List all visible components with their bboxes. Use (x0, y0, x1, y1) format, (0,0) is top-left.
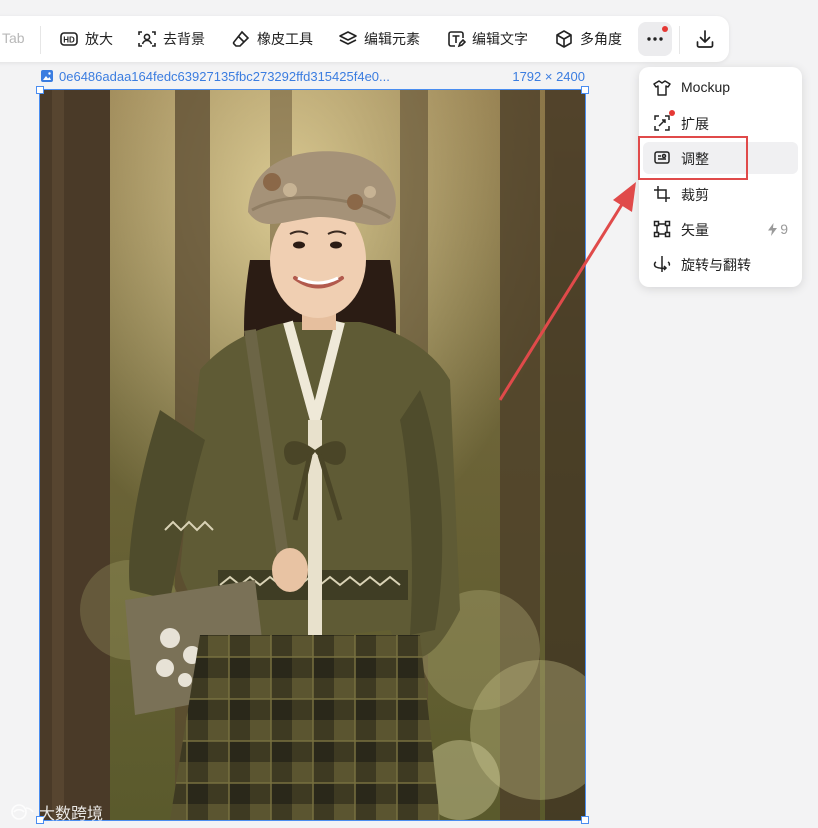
crop-icon (654, 186, 670, 202)
watermark-logo-icon (11, 804, 34, 820)
rotate-flip-icon (653, 256, 671, 272)
watermark-text: 大数跨境 (39, 806, 104, 823)
menu-label-expand: 扩展 (681, 116, 709, 132)
toolbar-divider (40, 26, 41, 54)
menu-item-crop[interactable]: 裁剪 (643, 178, 798, 210)
tab-label[interactable]: Tab (2, 30, 25, 46)
annotation-highlight-box (638, 136, 748, 180)
edit-elements-label: 编辑元素 (364, 31, 420, 47)
new-badge-dot (669, 110, 675, 116)
watermark: 大数跨境 (10, 800, 103, 824)
svg-text:HD: HD (63, 36, 75, 45)
text-edit-icon (448, 31, 466, 48)
menu-label-mockup: Mockup (681, 79, 731, 95)
tshirt-icon (653, 80, 671, 96)
eraser-icon (232, 30, 250, 47)
menu-label-rotate-flip: 旋转与翻转 (681, 257, 751, 273)
eraser-tool-label: 橡皮工具 (257, 31, 313, 47)
more-dots-icon (647, 37, 663, 41)
menu-item-expand[interactable]: 扩展 (643, 107, 798, 139)
remove-background-button[interactable]: 去背景 (137, 25, 205, 53)
top-toolbar: Tab HD 放大 去背景 橡皮工具 编辑元素 编辑文字 多角度 (0, 16, 729, 62)
image-dimensions: 1792 × 2400 (512, 69, 585, 84)
eraser-tool-button[interactable]: 橡皮工具 (231, 25, 313, 53)
remove-background-label: 去背景 (163, 31, 205, 47)
download-icon[interactable] (694, 28, 716, 50)
canvas-image[interactable] (39, 89, 586, 821)
multi-angle-label: 多角度 (580, 31, 622, 47)
menu-item-mockup[interactable]: Mockup (643, 72, 798, 104)
file-info-bar: 0e6486adaa164fedc63927135fbc273292ffd315… (40, 68, 586, 86)
layers-icon (339, 31, 357, 45)
edit-text-label: 编辑文字 (472, 31, 528, 47)
resize-handle-top-right[interactable] (581, 86, 589, 94)
toolbar-divider (679, 26, 680, 54)
expand-icon (654, 115, 670, 131)
upscale-label: 放大 (85, 31, 113, 47)
image-file-icon (41, 70, 53, 82)
person-scan-icon (138, 31, 156, 47)
menu-label-vector: 矢量 (681, 222, 709, 238)
hd-icon: HD (60, 32, 78, 46)
lightning-icon (768, 222, 778, 236)
vector-icon (653, 220, 671, 238)
menu-item-rotate-flip[interactable]: 旋转与翻转 (643, 248, 798, 280)
multi-angle-button[interactable]: 多角度 (554, 25, 622, 53)
credit-cost: 9 (767, 221, 788, 237)
photo-illustration (40, 90, 585, 820)
upscale-button[interactable]: HD 放大 (59, 25, 113, 53)
edit-elements-button[interactable]: 编辑元素 (338, 25, 420, 53)
notification-dot (662, 26, 668, 32)
menu-label-crop: 裁剪 (681, 187, 709, 203)
resize-handle-bottom-right[interactable] (581, 816, 589, 824)
credit-value: 9 (780, 221, 788, 237)
resize-handle-top-left[interactable] (36, 86, 44, 94)
more-options-button[interactable] (638, 22, 672, 56)
file-name: 0e6486adaa164fedc63927135fbc273292ffd315… (59, 69, 390, 84)
menu-item-vector[interactable]: 矢量 9 (643, 213, 798, 245)
edit-text-button[interactable]: 编辑文字 (446, 25, 528, 53)
cube-icon (556, 30, 572, 48)
